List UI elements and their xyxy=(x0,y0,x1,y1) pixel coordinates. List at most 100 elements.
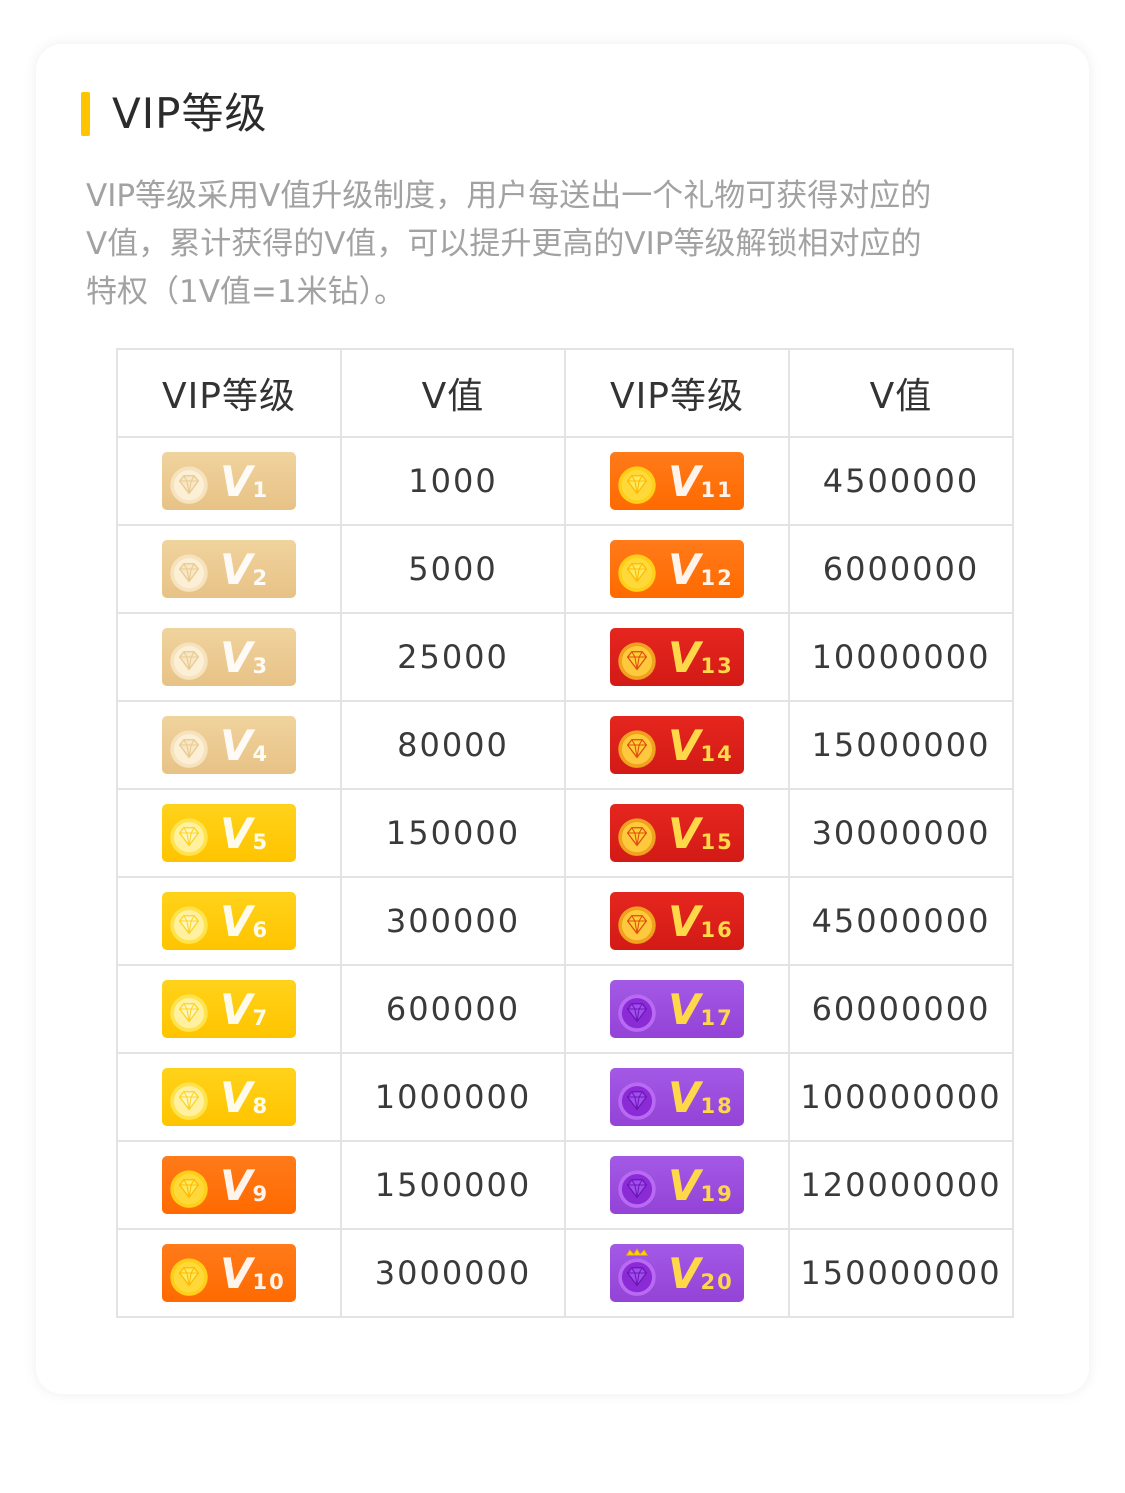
vip-level-cell: V 11 xyxy=(564,436,790,526)
badge-level-label: V 17 xyxy=(668,985,734,1034)
vip-badge-purple: V 19 xyxy=(610,1156,744,1214)
badge-level-label: V 12 xyxy=(668,545,734,594)
table-row: V 8 1000000 V 18 100000000 xyxy=(116,1052,1014,1142)
vip-level-cell: V1 xyxy=(116,436,342,526)
v-value-cell: 5000 xyxy=(340,524,566,614)
badge-level-number: 4 xyxy=(252,742,270,766)
badge-level-number: 12 xyxy=(700,566,734,590)
badge-level-number: 2 xyxy=(252,566,270,590)
badge-level-label: V 11 xyxy=(668,457,734,506)
vip-badge-orange: V 10 xyxy=(162,1244,296,1302)
vip-badge-sand: V4 xyxy=(162,716,296,774)
vip-badge-red: V 15 xyxy=(610,804,744,862)
badge-level-label: V 14 xyxy=(668,721,734,770)
vip-badge-gold: V7 xyxy=(162,980,296,1038)
diamond-icon xyxy=(614,720,660,770)
badge-level-label: V 18 xyxy=(668,1073,734,1122)
v-value-cell: 4500000 xyxy=(788,436,1014,526)
crown-diamond-icon xyxy=(614,1248,660,1298)
table-row: V 6 300000 V 16 45000000 xyxy=(116,876,1014,966)
vip-level-cell: V2 xyxy=(116,524,342,614)
v-value-cell: 150000000 xyxy=(788,1228,1014,1318)
vip-level-cell: V 12 xyxy=(564,524,790,614)
vip-level-cell: V 19 xyxy=(564,1140,790,1230)
vip-level-cell: V8 xyxy=(116,1052,342,1142)
vip-level-cell: V 15 xyxy=(564,788,790,878)
diamond-icon xyxy=(614,808,660,858)
badge-level-number: 18 xyxy=(700,1094,734,1118)
table-row: V 9 1500000 V 19 120000000 xyxy=(116,1140,1014,1230)
vip-badge-orange: V 11 xyxy=(610,452,744,510)
badge-level-label: V 15 xyxy=(668,809,734,858)
vip-badge-red: V 13 xyxy=(610,628,744,686)
vip-level-cell: V6 xyxy=(116,876,342,966)
header-vip-level: VIP等级 xyxy=(564,348,790,438)
vip-level-cell: V 18 xyxy=(564,1052,790,1142)
vip-level-cell: V9 xyxy=(116,1140,342,1230)
table-row: V 5 150000 V 15 30000000 xyxy=(116,788,1014,878)
v-value-cell: 15000000 xyxy=(788,700,1014,790)
vip-level-cell: V5 xyxy=(116,788,342,878)
vip-badge-purple: V 18 xyxy=(610,1068,744,1126)
vip-level-cell: V 10 xyxy=(116,1228,342,1318)
diamond-icon xyxy=(614,544,660,594)
diamond-icon xyxy=(166,720,212,770)
badge-level-label: V1 xyxy=(220,457,270,506)
section-title: VIP等级 xyxy=(112,89,268,138)
v-value-cell: 25000 xyxy=(340,612,566,702)
badge-level-number: 6 xyxy=(252,918,270,942)
badge-level-number: 11 xyxy=(700,478,734,502)
badge-level-label: V3 xyxy=(220,633,270,682)
diamond-icon xyxy=(166,1072,212,1122)
description-line: V值，累计获得的V值，可以提升更高的VIP等级解锁相对应的 xyxy=(86,226,922,262)
badge-level-number: 9 xyxy=(252,1182,270,1206)
badge-level-label: V9 xyxy=(220,1161,270,1210)
table-row: V 4 80000 V 14 15000000 xyxy=(116,700,1014,790)
badge-level-number: 15 xyxy=(700,830,734,854)
vip-level-cell: V4 xyxy=(116,700,342,790)
badge-level-number: 1 xyxy=(252,478,270,502)
v-value-cell: 150000 xyxy=(340,788,566,878)
vip-badge-gold: V5 xyxy=(162,804,296,862)
table-row: V 7 600000 V 17 60000000 xyxy=(116,964,1014,1054)
vip-badge-sand: V1 xyxy=(162,452,296,510)
diamond-icon xyxy=(614,456,660,506)
badge-level-label: V2 xyxy=(220,545,270,594)
badge-level-number: 16 xyxy=(700,918,734,942)
vip-level-card: VIP等级 VIP等级采用V值升级制度，用户每送出一个礼物可获得对应的 V值，累… xyxy=(36,44,1089,1394)
diamond-icon xyxy=(166,896,212,946)
badge-level-label: V4 xyxy=(220,721,270,770)
table-row: V 10 3000000 V 20 150000000 xyxy=(116,1228,1014,1318)
badge-level-number: 14 xyxy=(700,742,734,766)
badge-level-label: V7 xyxy=(220,985,270,1034)
badge-level-label: V 10 xyxy=(220,1249,286,1298)
diamond-icon xyxy=(166,456,212,506)
diamond-icon xyxy=(614,632,660,682)
vip-level-cell: V 16 xyxy=(564,876,790,966)
badge-level-number: 19 xyxy=(700,1182,734,1206)
diamond-icon xyxy=(614,896,660,946)
badge-level-label: V8 xyxy=(220,1073,270,1122)
v-value-cell: 120000000 xyxy=(788,1140,1014,1230)
table-row: V 1 1000 V 11 4500000 xyxy=(116,436,1014,526)
vip-badge-gold: V6 xyxy=(162,892,296,950)
v-value-cell: 30000000 xyxy=(788,788,1014,878)
table-row: V 3 25000 V 13 10000000 xyxy=(116,612,1014,702)
badge-level-number: 7 xyxy=(252,1006,270,1030)
diamond-icon xyxy=(166,1160,212,1210)
v-value-cell: 600000 xyxy=(340,964,566,1054)
header-vip-level: VIP等级 xyxy=(116,348,342,438)
v-value-cell: 10000000 xyxy=(788,612,1014,702)
diamond-icon xyxy=(614,1160,660,1210)
vip-badge-orange: V 12 xyxy=(610,540,744,598)
badge-level-label: V 16 xyxy=(668,897,734,946)
diamond-icon xyxy=(614,1072,660,1122)
vip-badge-sand: V2 xyxy=(162,540,296,598)
badge-level-label: V 13 xyxy=(668,633,734,682)
badge-level-label: V 20 xyxy=(668,1249,734,1298)
v-value-cell: 45000000 xyxy=(788,876,1014,966)
vip-level-cell: V 13 xyxy=(564,612,790,702)
v-value-cell: 80000 xyxy=(340,700,566,790)
badge-level-number: 20 xyxy=(700,1270,734,1294)
diamond-icon xyxy=(166,632,212,682)
